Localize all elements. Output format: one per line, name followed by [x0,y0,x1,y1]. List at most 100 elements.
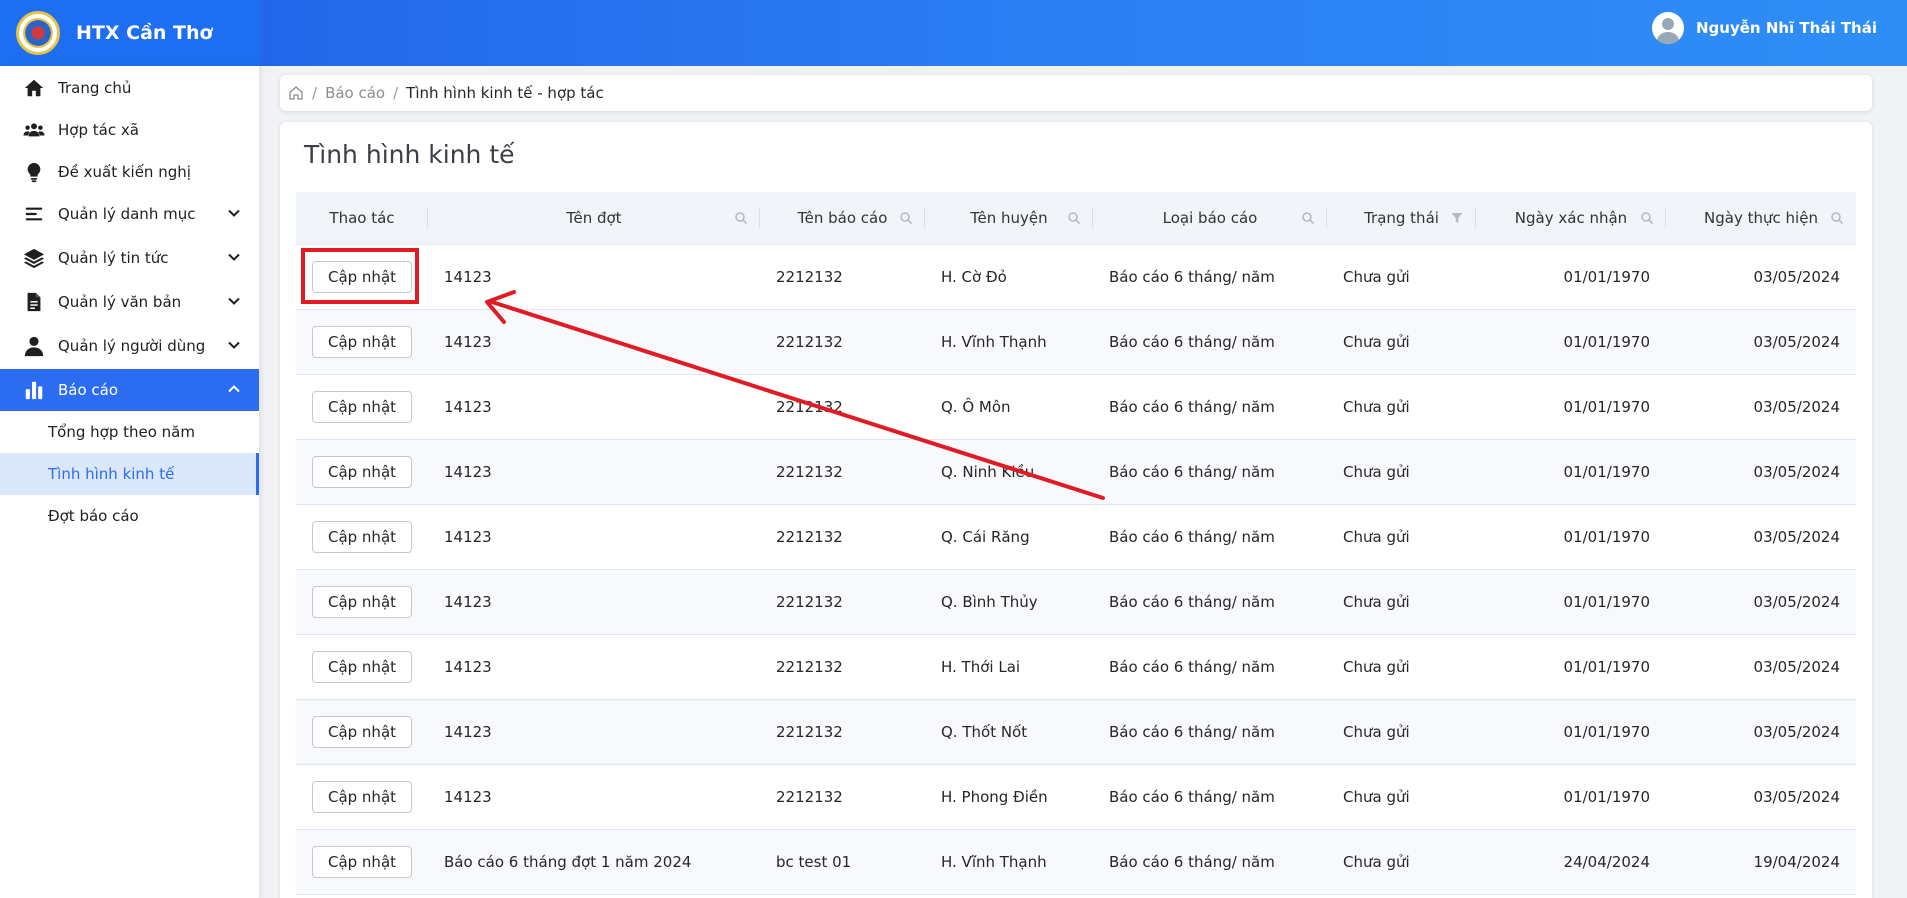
cell-action: Cập nhật [296,569,428,635]
cell-district: Q. Ninh Kiều [925,439,1093,505]
update-button[interactable]: Cập nhật [312,780,412,813]
cell-confirm-date: 01/01/1970 [1476,244,1666,310]
table-row: Cập nhật 14123 2212132 H. Vĩnh Thạnh Báo cáo… [296,309,1856,375]
column-header-execute-date[interactable]: Ngày thực hiện [1666,192,1856,245]
update-button[interactable]: Cập nhật [312,325,412,358]
home-icon[interactable] [288,85,304,101]
table-body: Cập nhật 14123 2212132 H. Cờ Đỏ Báo cáo 6 th… [296,244,1856,895]
cell-district: Q. Thốt Nốt [925,699,1093,765]
sidebar-item-cooperatives[interactable]: Hợp tác xã [0,109,259,151]
sidebar-item-label: Hợp tác xã [58,121,139,139]
cell-confirm-date: 24/04/2024 [1476,829,1666,895]
cell-report-name: 2212132 [760,439,925,505]
column-header-action: Thao tác [296,192,428,245]
logo-icon [16,11,60,55]
sidebar-item-proposals[interactable]: Đề xuất kiến nghị [0,151,259,193]
search-icon[interactable] [1640,211,1654,225]
cell-district: H. Cờ Đỏ [925,244,1093,310]
cell-execute-date: 03/05/2024 [1666,504,1856,570]
column-header-report-name[interactable]: Tên báo cáo [760,192,925,245]
lightbulb-icon [22,160,46,184]
cell-status: Chưa gửi [1327,309,1476,375]
sidebar-item-users[interactable]: Quản lý người dùng [0,325,259,367]
sidebar-item-label: Quản lý người dùng [58,337,206,355]
cell-confirm-date: 01/01/1970 [1476,764,1666,830]
column-header-label: Ngày thực hiện [1704,208,1818,227]
table-row: Cập nhật 14123 2212132 Q. Ô Môn Báo cáo 6 th… [296,374,1856,440]
cell-district: Q. Bình Thủy [925,569,1093,635]
column-header-confirm-date[interactable]: Ngày xác nhận [1476,192,1666,245]
cell-report-type: Báo cáo 6 tháng/ năm [1093,699,1327,765]
column-header-period-name[interactable]: Tên đợt [428,192,760,245]
table-row: Cập nhật 14123 2212132 Q. Cái Răng Báo cáo 6… [296,504,1856,570]
filter-icon[interactable] [1450,211,1464,225]
app-name: HTX Cần Thơ [76,22,213,44]
brand[interactable]: HTX Cần Thơ [0,0,260,66]
sidebar-item-news[interactable]: Quản lý tin tức [0,237,259,279]
update-button[interactable]: Cập nhật [312,520,412,553]
cell-action: Cập nhật [296,699,428,765]
search-icon[interactable] [1067,211,1081,225]
sidebar-item-home[interactable]: Trang chủ [0,67,259,109]
update-button[interactable]: Cập nhật [312,845,412,878]
sidebar-item-categories[interactable]: Quản lý danh mục [0,193,259,235]
cell-execute-date: 03/05/2024 [1666,374,1856,440]
column-header-report-type[interactable]: Loại báo cáo [1093,192,1327,245]
search-icon[interactable] [1301,211,1315,225]
sidebar-item-label: Báo cáo [58,381,119,399]
update-button[interactable]: Cập nhật [312,455,412,488]
search-icon[interactable] [899,211,913,225]
column-header-district[interactable]: Tên huyện [925,192,1093,245]
sidebar-subitem-report-periods[interactable]: Đợt báo cáo [0,495,259,537]
cell-report-type: Báo cáo 6 tháng/ năm [1093,374,1327,440]
breadcrumb-separator: / [312,84,318,102]
search-icon[interactable] [1830,211,1844,225]
cell-report-name: 2212132 [760,764,925,830]
cell-confirm-date: 01/01/1970 [1476,439,1666,505]
cell-execute-date: 03/05/2024 [1666,699,1856,765]
column-header-label: Tên đợt [566,208,622,227]
cell-status: Chưa gửi [1327,374,1476,440]
cell-district: H. Vĩnh Thạnh [925,309,1093,375]
home-icon [22,76,46,100]
cell-district: H. Phong Điền [925,764,1093,830]
update-button[interactable]: Cập nhật [312,585,412,618]
sidebar-item-reports[interactable]: Báo cáo [0,369,259,411]
cell-period-name: 14123 [428,569,760,635]
user-icon [22,334,46,358]
sidebar-item-label: Quản lý văn bản [58,293,182,311]
cell-action: Cập nhật [296,634,428,700]
update-button[interactable]: Cập nhật [312,260,412,293]
cell-action: Cập nhật [296,374,428,440]
cell-report-name: bc test 01 [760,829,925,895]
cell-report-name: 2212132 [760,374,925,440]
search-icon[interactable] [734,211,748,225]
cell-execute-date: 03/05/2024 [1666,569,1856,635]
layers-icon [22,246,46,270]
user-name: Nguyễn Nhĩ Thái Thái [1696,19,1877,37]
table-row: Cập nhật Báo cáo 6 tháng đợt 1 năm 2024 bc… [296,829,1856,895]
cell-district: H. Thới Lai [925,634,1093,700]
update-button[interactable]: Cập nhật [312,650,412,683]
cell-confirm-date: 01/01/1970 [1476,504,1666,570]
user-menu[interactable]: Nguyễn Nhĩ Thái Thái [1652,12,1877,44]
update-button[interactable]: Cập nhật [312,715,412,748]
table-row: Cập nhật 14123 2212132 H. Phong Điền Báo cáo… [296,764,1856,830]
cell-report-name: 2212132 [760,569,925,635]
cell-period-name: 14123 [428,439,760,505]
sidebar-subitem-economic-situation[interactable]: Tình hình kinh tế [0,453,259,495]
sidebar-subitem-yearly-summary[interactable]: Tổng hợp theo năm [0,411,259,453]
sidebar-item-label: Đề xuất kiến nghị [58,163,191,181]
update-button[interactable]: Cập nhật [312,390,412,423]
breadcrumb-parent[interactable]: Báo cáo [325,84,385,102]
cell-status: Chưa gửi [1327,569,1476,635]
column-header-status[interactable]: Trạng thái [1327,192,1476,245]
cell-report-type: Báo cáo 6 tháng/ năm [1093,244,1327,310]
document-icon [22,290,46,314]
cell-execute-date: 03/05/2024 [1666,309,1856,375]
sidebar-item-documents[interactable]: Quản lý văn bản [0,281,259,323]
bar-chart-icon [22,378,46,402]
table-row: Cập nhật 14123 2212132 H. Cờ Đỏ Báo cáo 6 th… [296,244,1856,310]
cell-period-name: 14123 [428,699,760,765]
cell-status: Chưa gửi [1327,764,1476,830]
